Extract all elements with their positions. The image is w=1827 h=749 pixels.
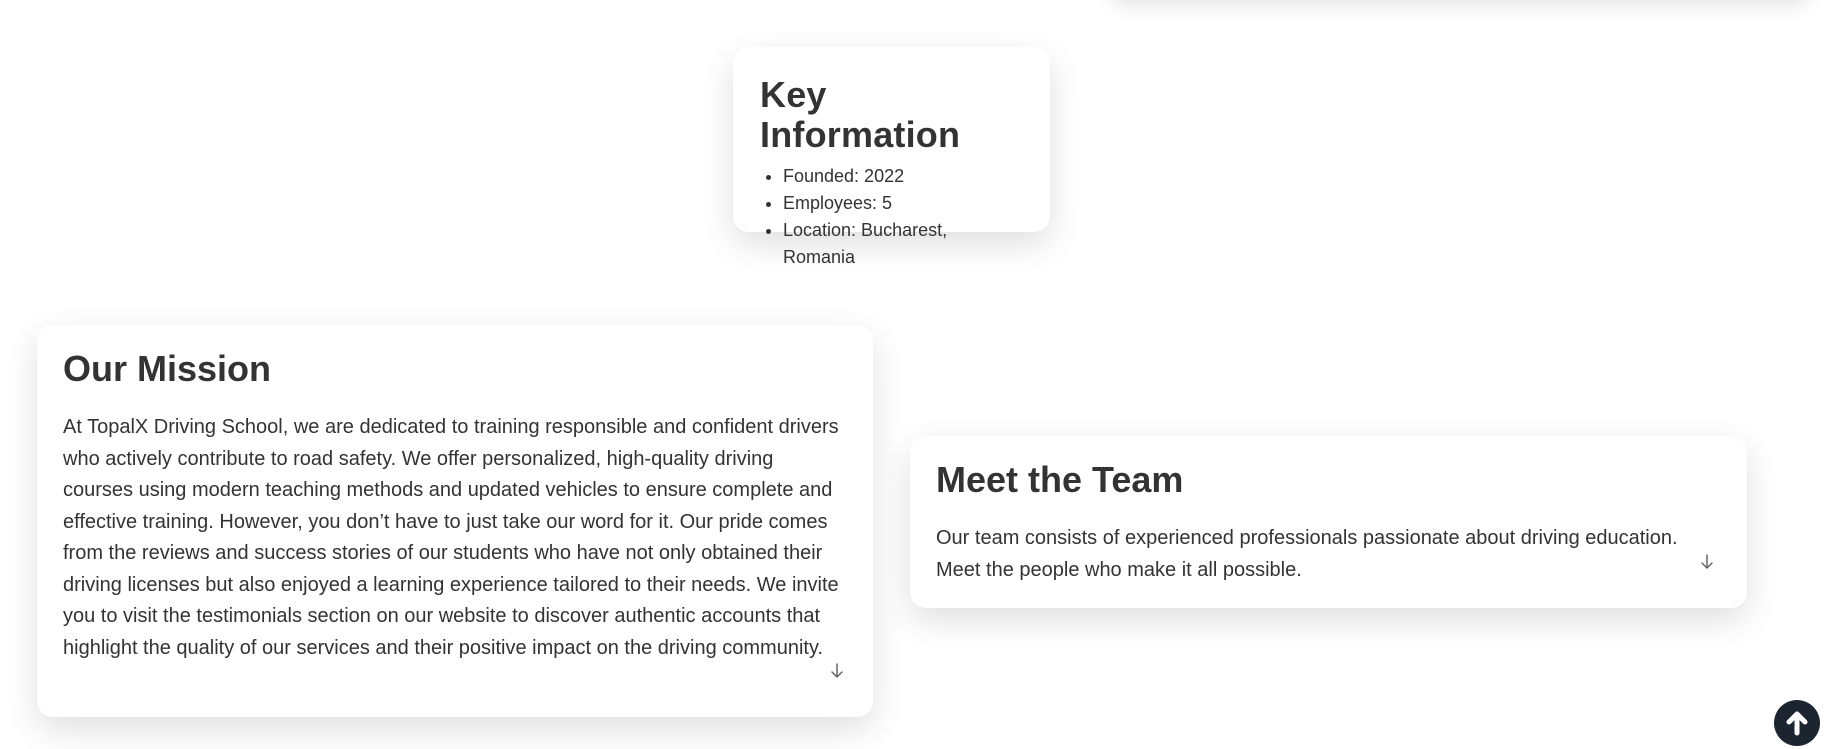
our-mission-text: At TopalX Driving School, we are dedicat… (63, 416, 839, 659)
about-page: Key Information Founded: 2022 Employees:… (0, 0, 1827, 749)
key-information-location: Location: Bucharest, Romania (783, 217, 1024, 271)
our-mission-card[interactable]: Our Mission At TopalX Driving School, we… (37, 325, 873, 717)
arrow-down-icon[interactable] (827, 661, 847, 681)
key-information-employees: Employees: 5 (783, 190, 1024, 217)
key-information-title: Key Information (760, 74, 961, 155)
our-mission-title: Our Mission (63, 348, 272, 389)
key-information-card: Key Information Founded: 2022 Employees:… (733, 47, 1050, 267)
key-information-founded: Founded: 2022 (783, 163, 1024, 190)
meet-the-team-title: Meet the Team (936, 459, 1184, 500)
arrow-down-icon[interactable] (1697, 552, 1717, 572)
scroll-to-top-button[interactable] (1774, 700, 1820, 746)
arrow-up-icon (1786, 711, 1808, 736)
key-information-list: Founded: 2022 Employees: 5 Location: Buc… (760, 163, 1024, 271)
meet-the-team-card[interactable]: Meet the Team Our team consists of exper… (910, 436, 1747, 608)
meet-the-team-text: Our team consists of experienced profess… (936, 527, 1678, 581)
